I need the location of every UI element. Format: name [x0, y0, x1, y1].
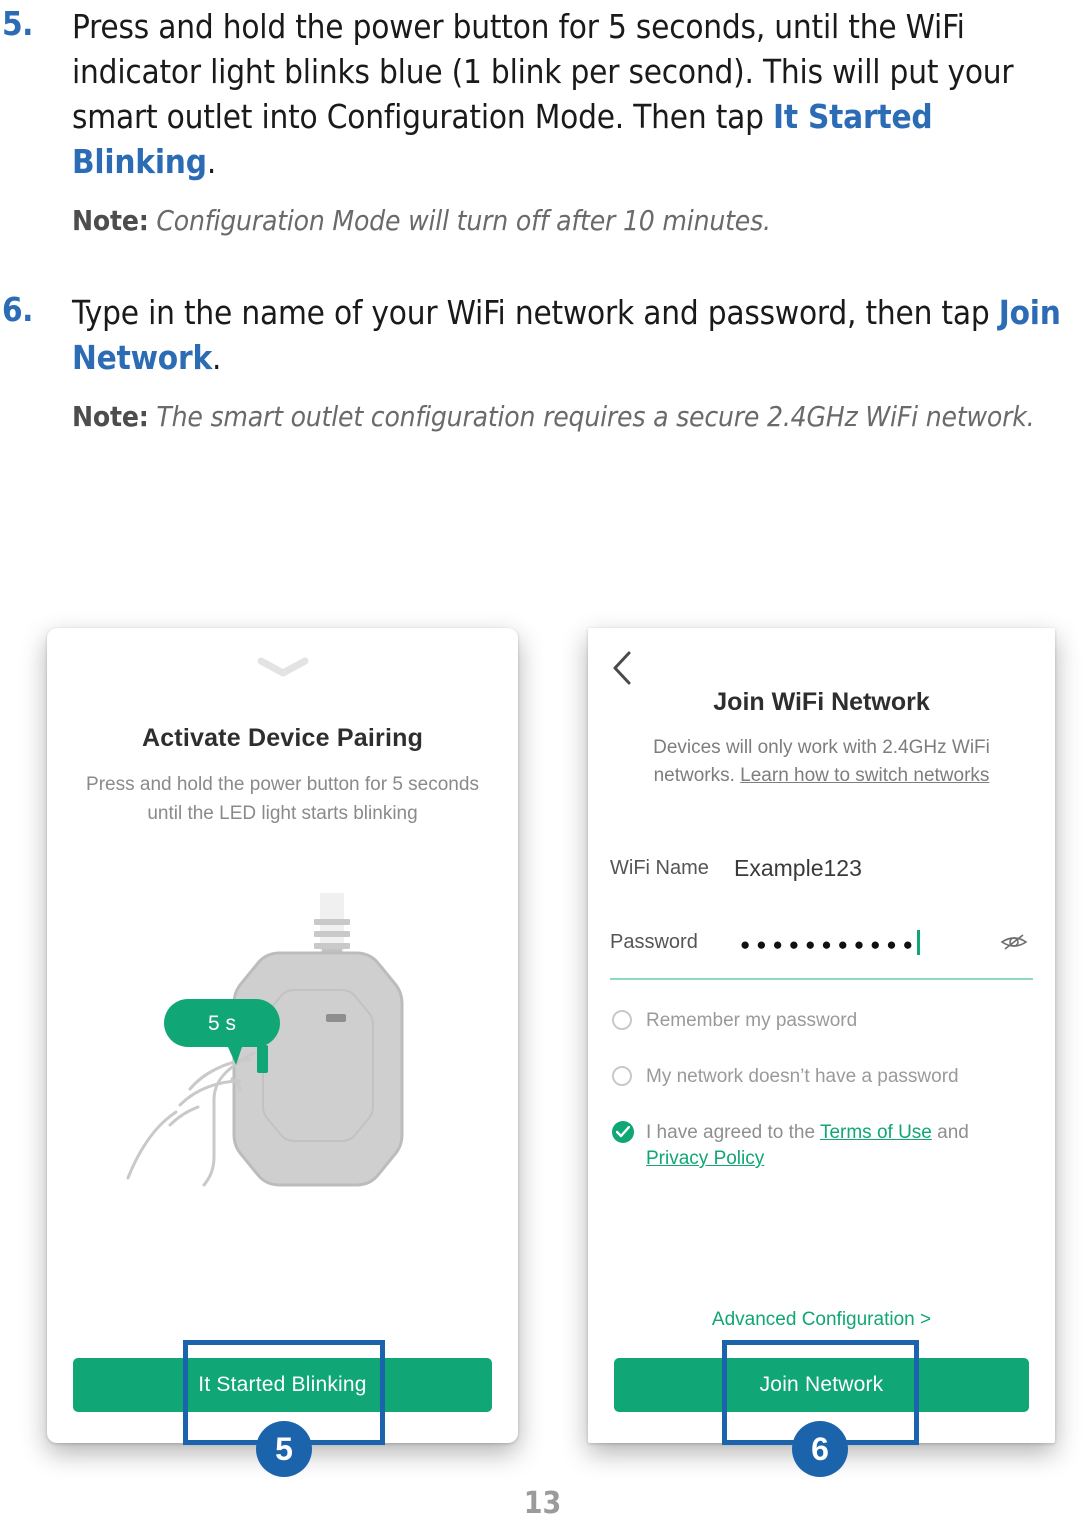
- password-input[interactable]: ●●●●●●●●●●●: [734, 929, 999, 955]
- radio-unchecked-icon[interactable]: [612, 1010, 632, 1030]
- step-6-note: Note: The smart outlet configuration req…: [72, 394, 1085, 439]
- timer-bubble-label: 5 s: [207, 1012, 235, 1035]
- password-field-underline: [610, 978, 1033, 980]
- step-badge-5: 5: [256, 1421, 312, 1477]
- instruction-steps: 5. Press and hold the power button for 5…: [0, 0, 1085, 445]
- step-5-number: 5.: [2, 4, 33, 43]
- step-5-note-text: Configuration Mode will turn off after 1…: [148, 204, 771, 237]
- step-5-note: Note: Configuration Mode will turn off a…: [72, 198, 1085, 243]
- terms-of-use-link[interactable]: Terms of Use: [820, 1122, 932, 1143]
- right-app-screenshot: Join WiFi Network Devices will only work…: [588, 628, 1055, 1443]
- step-6-text: Type in the name of your WiFi network an…: [72, 290, 1085, 380]
- password-label: Password: [610, 930, 698, 953]
- privacy-policy-link[interactable]: Privacy Policy: [646, 1148, 764, 1169]
- option-remember-password-label: Remember my password: [646, 1010, 858, 1031]
- right-screen-subtitle: Devices will only work with 2.4GHz WiFi …: [628, 734, 1015, 790]
- radio-unchecked-icon[interactable]: [612, 1066, 632, 1086]
- check-mark-icon: [616, 1126, 630, 1138]
- wifi-name-label: WiFi Name: [610, 856, 709, 879]
- chevron-left-icon[interactable]: [610, 650, 636, 686]
- wifi-name-field-row[interactable]: WiFi Name Example123: [610, 848, 1033, 888]
- step-6-text-after: .: [212, 338, 222, 377]
- left-screen-title: Activate Device Pairing: [141, 724, 424, 752]
- eye-off-icon[interactable]: [999, 932, 1029, 952]
- option-no-password-label: My network doesn’t have a password: [646, 1066, 959, 1087]
- option-terms-agreement[interactable]: I have agreed to the Terms of Use and Pr…: [612, 1120, 1035, 1172]
- agreement-middle: and: [931, 1122, 969, 1143]
- step-6: 6. Type in the name of your WiFi network…: [0, 290, 1085, 439]
- step-6-note-text: The smart outlet configuration requires …: [148, 400, 1035, 433]
- learn-how-to-switch-networks-link[interactable]: Learn how to switch networks: [740, 765, 989, 786]
- password-field-row[interactable]: Password ●●●●●●●●●●●: [610, 922, 1033, 962]
- wifi-name-input[interactable]: Example123: [734, 855, 1033, 882]
- page-number: 13: [523, 1486, 562, 1521]
- agreement-prefix: I have agreed to the: [646, 1122, 820, 1143]
- checkbox-checked-icon[interactable]: [612, 1121, 634, 1143]
- step-5-text-after: .: [206, 142, 217, 181]
- text-caret: [916, 929, 920, 955]
- left-screen-subtitle: Press and hold the power button for 5 se…: [86, 774, 479, 824]
- option-no-password[interactable]: My network doesn’t have a password: [612, 1064, 1035, 1090]
- password-masked-value: ●●●●●●●●●●●: [740, 934, 919, 954]
- chevron-down-icon[interactable]: [255, 656, 311, 678]
- step-5: 5. Press and hold the power button for 5…: [0, 4, 1085, 243]
- option-terms-agreement-label: I have agreed to the Terms of Use and Pr…: [646, 1120, 1035, 1172]
- right-screen-title: Join WiFi Network: [713, 688, 930, 716]
- step-6-number: 6.: [2, 290, 33, 329]
- option-remember-password[interactable]: Remember my password: [612, 1008, 1035, 1034]
- smart-outlet-illustration: 5 s: [126, 893, 403, 1187]
- step-5-text: Press and hold the power button for 5 se…: [72, 4, 1085, 184]
- step-6-note-label: Note:: [72, 400, 149, 433]
- advanced-configuration-link[interactable]: Advanced Configuration >: [588, 1309, 1055, 1331]
- step-5-note-label: Note:: [72, 204, 149, 237]
- step-6-text-before: Type in the name of your WiFi network an…: [72, 293, 999, 332]
- step-badge-6: 6: [792, 1421, 848, 1477]
- left-app-screenshot: Activate Device Pairing Press and hold t…: [47, 628, 518, 1443]
